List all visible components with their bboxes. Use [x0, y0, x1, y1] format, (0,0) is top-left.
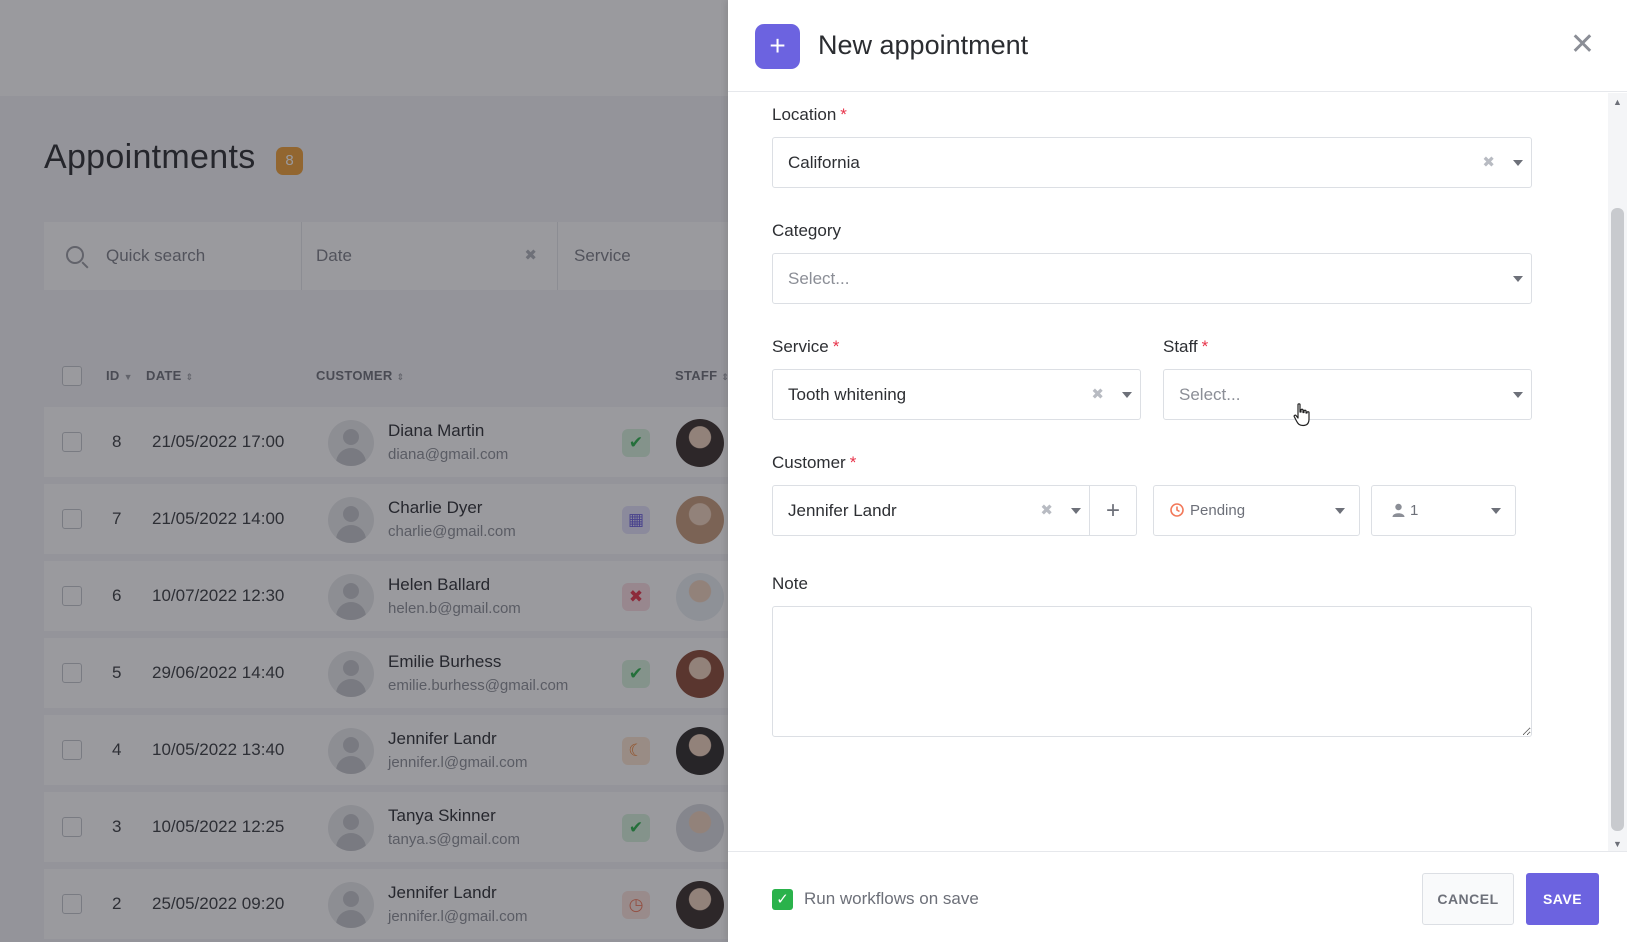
required-marker: *: [1201, 337, 1209, 356]
chevron-down-icon: [1513, 160, 1523, 166]
chevron-down-icon: [1513, 392, 1523, 398]
category-placeholder: Select...: [788, 269, 850, 288]
note-textarea[interactable]: [772, 606, 1532, 737]
cancel-button[interactable]: CANCEL: [1422, 873, 1514, 925]
staff-placeholder: Select...: [1179, 385, 1241, 404]
clear-icon[interactable]: ✖: [1040, 486, 1053, 535]
required-marker: *: [840, 105, 847, 124]
drawer-title: New appointment: [818, 30, 1029, 60]
location-label-text: Location: [772, 105, 837, 124]
scrollbar-thumb[interactable]: [1611, 208, 1624, 831]
staff-label: Staff *: [1163, 337, 1208, 357]
drawer-header: + New appointment ✕: [728, 0, 1627, 92]
category-label: Category: [772, 221, 841, 240]
scroll-up-icon[interactable]: ▲: [1613, 97, 1622, 107]
save-button[interactable]: SAVE: [1526, 873, 1599, 925]
required-marker: *: [849, 453, 857, 472]
staff-label-text: Staff: [1163, 337, 1198, 356]
drawer-footer: ✓ Run workflows on save CANCEL SAVE: [728, 851, 1627, 942]
customer-label: Customer *: [772, 453, 856, 473]
customer-label-text: Customer: [772, 453, 846, 472]
clear-icon[interactable]: ✖: [1091, 370, 1104, 419]
scrollbar[interactable]: ▲ ▼: [1608, 93, 1627, 851]
clock-icon: [1170, 503, 1184, 517]
clear-icon[interactable]: ✖: [1482, 138, 1495, 187]
persons-value: 1: [1410, 502, 1419, 519]
plus-icon: +: [1105, 497, 1120, 524]
drawer-form: Location * California ✖ Category Select..…: [728, 93, 1608, 851]
location-label: Location *: [772, 105, 847, 125]
run-workflows-label[interactable]: Run workflows on save: [804, 889, 979, 909]
scroll-down-icon[interactable]: ▼: [1613, 839, 1622, 849]
service-select[interactable]: Tooth whitening ✖: [772, 369, 1141, 420]
service-value: Tooth whitening: [788, 385, 907, 404]
chevron-down-icon: [1122, 392, 1132, 398]
service-label: Service *: [772, 337, 839, 357]
chevron-down-icon: [1513, 276, 1523, 282]
chevron-down-icon: [1335, 508, 1345, 514]
new-appointment-drawer: + New appointment ✕ Location * California…: [728, 0, 1627, 942]
close-icon[interactable]: ✕: [1570, 30, 1595, 60]
modal-backdrop[interactable]: [0, 0, 728, 942]
run-workflows-checkbox[interactable]: ✓: [772, 889, 793, 910]
staff-select[interactable]: Select...: [1163, 369, 1532, 420]
status-select[interactable]: Pending: [1153, 485, 1360, 536]
location-value: California: [788, 153, 860, 172]
plus-icon: +: [755, 24, 800, 69]
add-customer-button[interactable]: +: [1089, 485, 1137, 536]
customer-value: Jennifer Landr: [788, 501, 897, 520]
status-value: Pending: [1190, 502, 1246, 519]
location-select[interactable]: California ✖: [772, 137, 1532, 188]
hand-cursor-icon: [1293, 403, 1310, 427]
customer-select[interactable]: Jennifer Landr ✖: [772, 485, 1090, 536]
service-label-text: Service: [772, 337, 829, 356]
chevron-down-icon: [1071, 508, 1081, 514]
user-icon: [1392, 503, 1405, 517]
category-select[interactable]: Select...: [772, 253, 1532, 304]
required-marker: *: [832, 337, 840, 356]
note-label: Note: [772, 574, 808, 593]
chevron-down-icon: [1491, 508, 1501, 514]
persons-select[interactable]: 1: [1371, 485, 1516, 536]
